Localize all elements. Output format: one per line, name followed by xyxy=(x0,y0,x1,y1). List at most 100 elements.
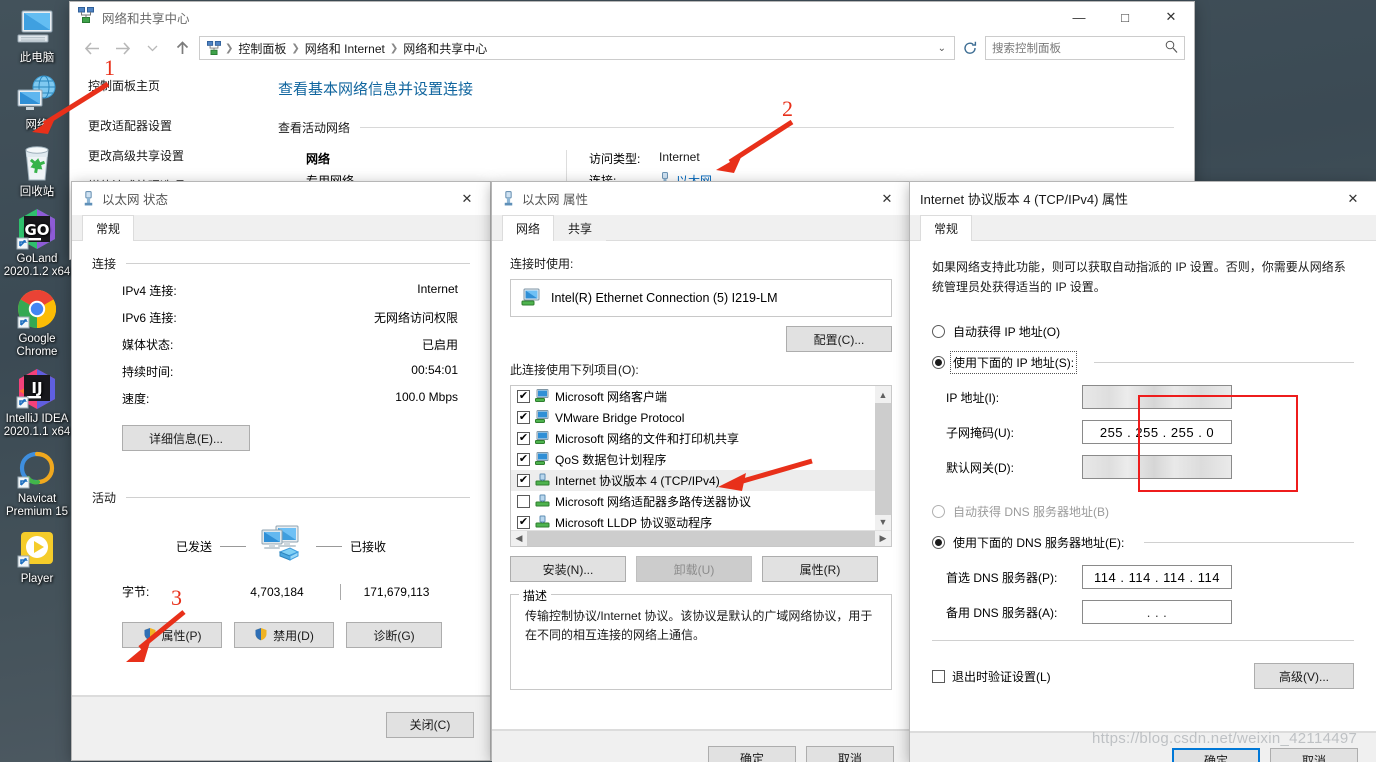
protocol-list[interactable]: ✔ Microsoft 网络客户端 ✔ VMware Bridge Protoc… xyxy=(510,385,892,547)
ok-button[interactable]: 确定 xyxy=(1172,747,1260,762)
up-button[interactable] xyxy=(169,36,195,60)
scroll-left-icon[interactable]: ◀ xyxy=(511,533,527,544)
list-item[interactable]: ✔ Microsoft LLDP 协议驱动程序 xyxy=(511,512,891,530)
cancel-button[interactable]: 取消 xyxy=(1270,747,1358,762)
refresh-icon[interactable] xyxy=(959,41,981,55)
tab-sharing[interactable]: 共享 xyxy=(554,215,607,241)
radio-button[interactable] xyxy=(932,356,945,369)
close-button[interactable]: ✕ xyxy=(1330,182,1376,215)
desktop-icon-this-pc[interactable]: 此电脑 xyxy=(0,4,74,65)
recent-locations-button[interactable] xyxy=(139,36,165,60)
scroll-right-icon[interactable]: ▶ xyxy=(875,533,891,544)
details-button[interactable]: 详细信息(E)... xyxy=(122,425,250,451)
desktop-icon-network[interactable]: 网络 xyxy=(0,71,74,132)
scrollbar-thumb[interactable] xyxy=(527,530,875,546)
checkbox[interactable]: ✔ xyxy=(517,411,530,424)
close-button[interactable]: ✕ xyxy=(864,182,910,215)
link-dash-left xyxy=(220,546,246,547)
sidebar-item-change-adapter-settings[interactable]: 更改适配器设置 xyxy=(88,118,270,134)
checkbox[interactable]: ✔ xyxy=(517,516,530,529)
tab-general[interactable]: 常规 xyxy=(920,215,973,241)
install-button[interactable]: 安装(N)... xyxy=(510,556,626,582)
list-item-label: QoS 数据包计划程序 xyxy=(555,453,667,467)
list-item[interactable]: ✔ VMware Bridge Protocol xyxy=(511,407,891,428)
scroll-up-icon[interactable]: ▲ xyxy=(875,386,891,403)
desktop-icon-goland[interactable]: GO GoLand 2020.1.2 x64 xyxy=(0,205,74,279)
desktop-icon-google-chrome[interactable]: Google Chrome xyxy=(0,285,74,359)
radio-button[interactable] xyxy=(932,536,945,549)
ip-address-row: IP 地址(I): xyxy=(932,385,1354,409)
tcpipv4-panel: 如果网络支持此功能，则可以获取自动指派的 IP 设置。否则，你需要从网络系统管理… xyxy=(910,241,1376,732)
tab-general[interactable]: 常规 xyxy=(82,215,135,241)
cancel-button[interactable]: 取消 xyxy=(806,745,894,762)
sidebar-item-home[interactable]: 控制面板主页 xyxy=(88,78,270,94)
vertical-scrollbar[interactable]: ▲ ▼ xyxy=(875,386,891,530)
checkbox[interactable] xyxy=(517,495,530,508)
breadcrumb-item-network-sharing-center[interactable]: 网络和共享中心 xyxy=(399,40,491,57)
checkbox[interactable]: ✔ xyxy=(517,453,530,466)
radio-manual-dns[interactable]: 使用下面的 DNS 服务器地址(E): xyxy=(932,534,1354,551)
row-label: 持续时间: xyxy=(122,365,174,379)
tcpipv4-tabstrip: 常规 xyxy=(910,215,1376,241)
desktop-icon-navicat[interactable]: Navicat Premium 15 xyxy=(0,445,74,519)
protocol-action-buttons: 安装(N)... 卸载(U) 属性(R) xyxy=(510,556,892,582)
preferred-dns-input[interactable]: 114 . 114 . 114 . 114 xyxy=(1082,565,1232,589)
subnet-mask-input[interactable]: 255 . 255 . 255 . 0 xyxy=(1082,420,1232,444)
default-gateway-label: 默认网关(D): xyxy=(946,460,1014,475)
list-item[interactable]: ✔ Microsoft 网络客户端 xyxy=(511,386,891,407)
ok-button[interactable]: 确定 xyxy=(708,745,796,762)
checkbox[interactable] xyxy=(932,669,945,683)
breadcrumb[interactable]: ❯ 控制面板 ❯ 网络和 Internet ❯ 网络和共享中心 ⌄ xyxy=(199,36,955,60)
configure-button[interactable]: 配置(C)... xyxy=(786,326,892,352)
disable-button[interactable]: 禁用(D) xyxy=(234,622,334,648)
ethernet-status-body: 常规 连接 IPv4 连接: Internet IPv6 连接: 无网络访问权限… xyxy=(72,215,490,760)
checkbox[interactable]: ✔ xyxy=(517,390,530,403)
breadcrumb-item-control-panel[interactable]: 控制面板 xyxy=(234,40,290,57)
radio-auto-ip[interactable]: 自动获得 IP 地址(O) xyxy=(932,323,1354,340)
search-icon xyxy=(1165,40,1178,56)
scrollbar-thumb[interactable] xyxy=(875,403,891,515)
scroll-down-icon[interactable]: ▼ xyxy=(875,513,891,530)
ethernet-status-panel: 连接 IPv4 连接: Internet IPv6 连接: 无网络访问权限 媒体… xyxy=(72,241,490,696)
horizontal-scrollbar[interactable]: ◀ ▶ xyxy=(511,530,891,546)
tcpipv4-title: Internet 协议版本 4 (TCP/IPv4) 属性 xyxy=(920,192,1129,207)
svg-text:IJ: IJ xyxy=(31,379,42,397)
group-divider xyxy=(126,263,470,264)
search-input[interactable]: 搜索控制面板 xyxy=(985,36,1185,60)
breadcrumb-icon xyxy=(204,41,224,55)
radio-button[interactable] xyxy=(932,325,945,338)
close-dialog-button[interactable]: 关闭(C) xyxy=(386,711,474,738)
close-button[interactable]: ✕ xyxy=(444,182,490,215)
maximize-button[interactable]: □ xyxy=(1102,1,1148,34)
close-button[interactable]: ✕ xyxy=(1148,1,1194,34)
list-item[interactable]: ✔ Microsoft 网络的文件和打印机共享 xyxy=(511,428,891,449)
google-chrome-icon xyxy=(0,285,74,333)
default-gateway-input[interactable] xyxy=(1082,455,1232,479)
breadcrumb-dropdown-icon[interactable]: ⌄ xyxy=(938,43,950,54)
checkbox[interactable]: ✔ xyxy=(517,474,530,487)
radio-auto-dns-label: 自动获得 DNS 服务器地址(B) xyxy=(953,505,1110,519)
list-item[interactable]: ✔ QoS 数据包计划程序 xyxy=(511,449,891,470)
shield-icon xyxy=(254,627,268,644)
properties-button[interactable]: 属性(P) xyxy=(122,622,222,648)
breadcrumb-item-network-internet[interactable]: 网络和 Internet xyxy=(301,40,389,57)
connection-group-label: 连接 xyxy=(92,257,117,271)
desktop-icon-intellij-idea[interactable]: IJ IntelliJ IDEA 2020.1.1 x64 xyxy=(0,365,74,439)
protocol-properties-button[interactable]: 属性(R) xyxy=(762,556,878,582)
checkbox[interactable]: ✔ xyxy=(517,432,530,445)
desktop-icon-recycle-bin[interactable]: 回收站 xyxy=(0,138,74,199)
list-item[interactable]: Microsoft 网络适配器多路传送器协议 xyxy=(511,491,891,512)
back-button[interactable] xyxy=(79,36,105,60)
sidebar-item-advanced-sharing-settings[interactable]: 更改高级共享设置 xyxy=(88,148,270,164)
diagnose-button[interactable]: 诊断(G) xyxy=(346,622,442,648)
validate-settings-row[interactable]: 退出时验证设置(L) xyxy=(932,668,1051,685)
ip-address-input[interactable] xyxy=(1082,385,1232,409)
radio-manual-ip[interactable]: 使用下面的 IP 地址(S): xyxy=(932,351,1354,374)
desktop-icon-player[interactable]: Player xyxy=(0,525,74,586)
minimize-button[interactable]: — xyxy=(1056,1,1102,34)
alternate-dns-input[interactable]: . . . xyxy=(1082,600,1232,624)
advanced-button[interactable]: 高级(V)... xyxy=(1254,663,1354,689)
list-item-tcpipv4[interactable]: ✔ Internet 协议版本 4 (TCP/IPv4) xyxy=(511,470,891,491)
radio-auto-dns: 自动获得 DNS 服务器地址(B) xyxy=(932,503,1354,520)
tab-network[interactable]: 网络 xyxy=(502,215,555,241)
